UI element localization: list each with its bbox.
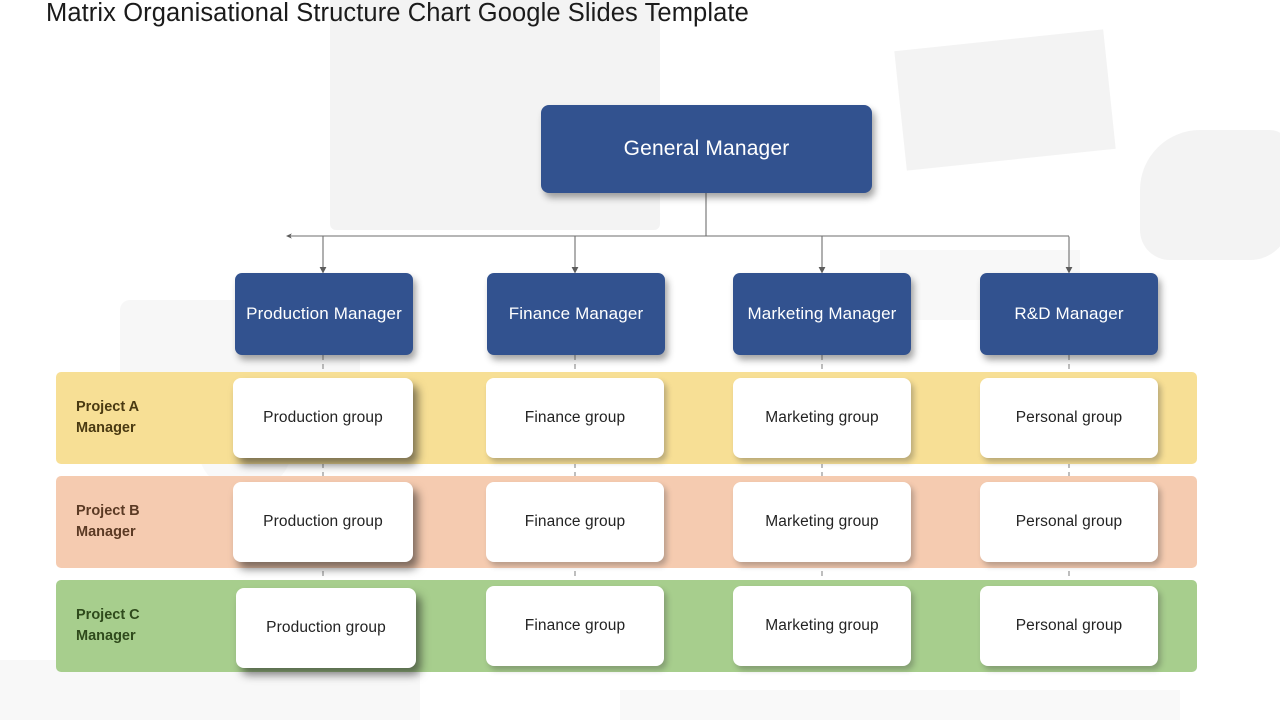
cell-b-marketing-group-label: Marketing group [765, 513, 879, 530]
cell-b-marketing-group[interactable]: Marketing group [733, 482, 911, 562]
node-general-manager-label: General Manager [623, 137, 790, 160]
cell-c-marketing-group-label: Marketing group [765, 617, 879, 634]
page-title: Matrix Organisational Structure Chart Go… [46, 0, 749, 27]
cell-b-personal-group-label: Personal group [1015, 513, 1123, 530]
node-production-manager-label: Production Manager [246, 304, 402, 323]
cell-a-finance-group-label: Finance group [524, 409, 626, 426]
cell-a-personal-group-label: Personal group [1015, 409, 1123, 426]
cell-c-marketing-group[interactable]: Marketing group [733, 586, 911, 666]
node-marketing-manager-label: Marketing Manager [747, 304, 897, 323]
slide-canvas: Matrix Organisational Structure Chart Go… [0, 0, 1280, 720]
node-general-manager[interactable]: General Manager [541, 105, 872, 193]
cell-a-production-group[interactable]: Production group [233, 378, 413, 458]
node-finance-manager-label: Finance Manager [508, 304, 644, 323]
cell-c-production-group[interactable]: Production group [236, 588, 416, 668]
node-rd-manager-label: R&D Manager [1014, 304, 1124, 323]
cell-c-personal-group[interactable]: Personal group [980, 586, 1158, 666]
node-finance-manager[interactable]: Finance Manager [487, 273, 665, 355]
cell-a-finance-group[interactable]: Finance group [486, 378, 664, 458]
cell-b-finance-group[interactable]: Finance group [486, 482, 664, 562]
cell-b-production-group[interactable]: Production group [233, 482, 413, 562]
cell-c-personal-group-label: Personal group [1015, 617, 1123, 634]
project-b-manager-label: Project B Manager [76, 503, 140, 540]
cell-c-finance-group-label: Finance group [524, 617, 626, 634]
cell-b-personal-group[interactable]: Personal group [980, 482, 1158, 562]
cell-a-marketing-group-label: Marketing group [765, 409, 879, 426]
project-c-manager-label: Project C Manager [76, 607, 140, 644]
cell-c-production-group-label: Production group [266, 619, 386, 636]
cell-a-marketing-group[interactable]: Marketing group [733, 378, 911, 458]
project-a-manager-label: Project A Manager [76, 399, 140, 436]
cell-b-finance-group-label: Finance group [524, 513, 626, 530]
node-rd-manager[interactable]: R&D Manager [980, 273, 1158, 355]
node-marketing-manager[interactable]: Marketing Manager [733, 273, 911, 355]
cell-c-finance-group[interactable]: Finance group [486, 586, 664, 666]
cell-a-personal-group[interactable]: Personal group [980, 378, 1158, 458]
cell-b-production-group-label: Production group [263, 513, 383, 530]
node-production-manager[interactable]: Production Manager [235, 273, 413, 355]
cell-a-production-group-label: Production group [263, 409, 383, 426]
